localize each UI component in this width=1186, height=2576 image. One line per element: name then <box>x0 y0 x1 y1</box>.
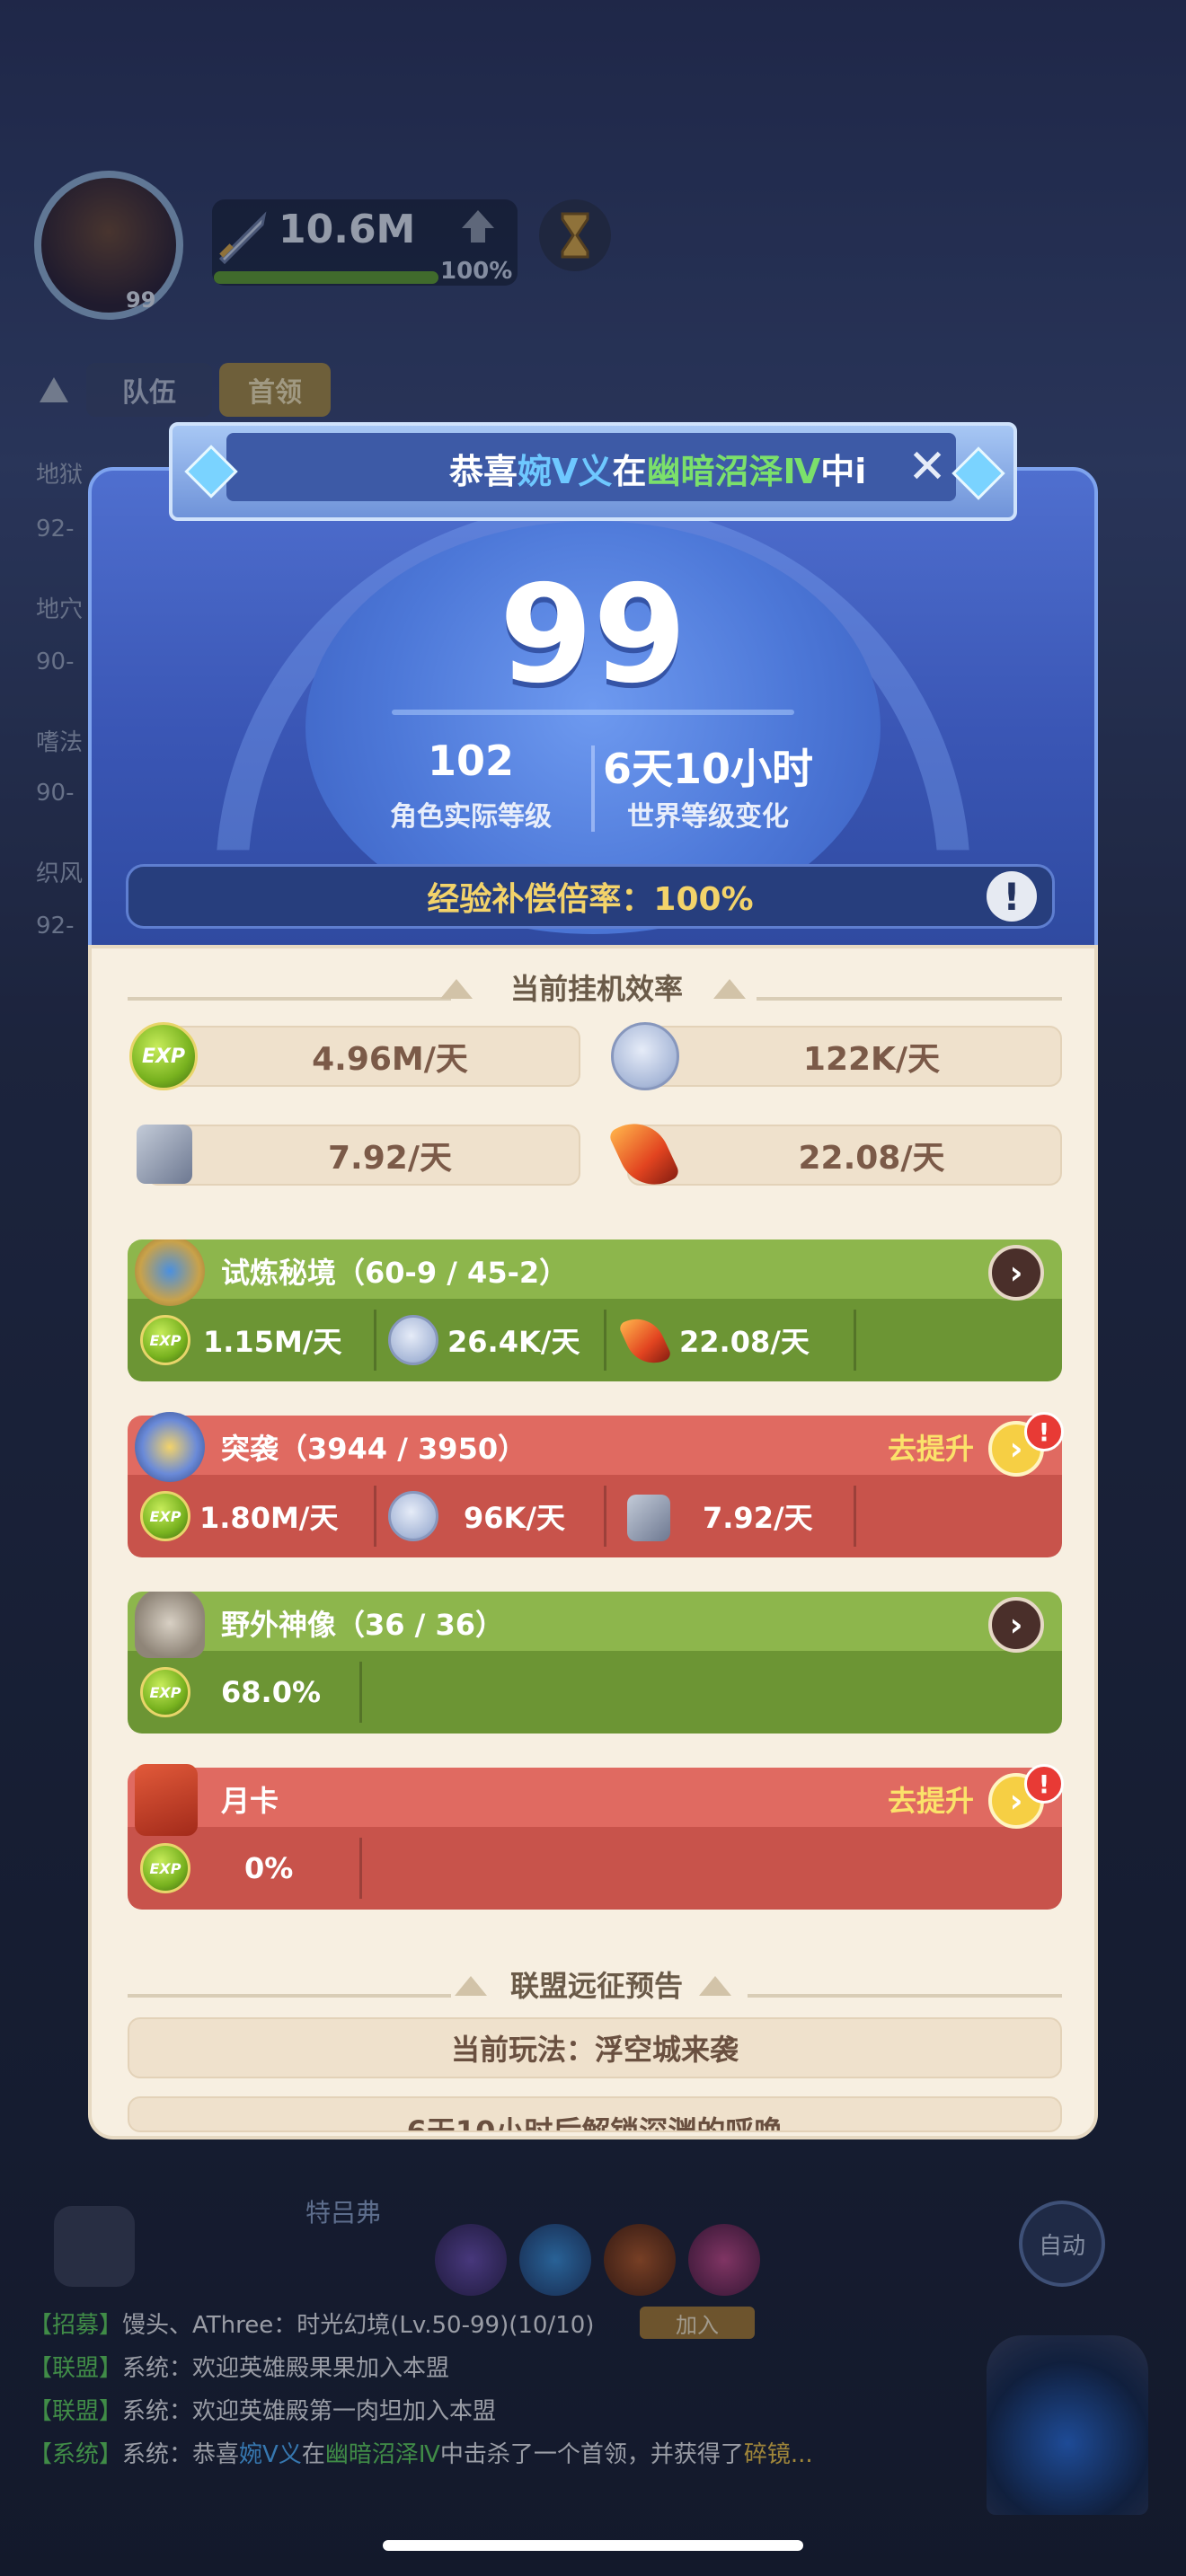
idle-exp-rate: 4.96M/天 <box>146 1026 580 1087</box>
idle-coin-rate: 122K/天 <box>627 1026 1062 1087</box>
card-exp-rate: 68.0% <box>221 1675 322 1709</box>
announce-mid: 在 <box>612 452 647 491</box>
alert-exclamation-icon: ! <box>1024 1764 1064 1804</box>
divider <box>359 1838 362 1899</box>
triangle-decor-icon <box>713 979 746 999</box>
idle-efficiency-title: 当前挂机效率 <box>509 972 683 1006</box>
card-crystal-rate: 22.08/天 <box>679 1325 810 1359</box>
world-level-change-label: 世界等级变化 <box>627 801 789 833</box>
exp-icon: EXP <box>140 1843 190 1893</box>
alert-exclamation-icon: ! <box>1024 1412 1064 1451</box>
divider <box>854 1486 856 1547</box>
coin-icon <box>611 1022 679 1090</box>
actual-level-label: 角色实际等级 <box>390 801 552 833</box>
monthly-card-icon <box>135 1764 198 1836</box>
idle-efficiency-panel: 当前挂机效率 4.96M/天 EXP 122K/天 7.92/天 22.08/天… <box>88 945 1098 2139</box>
go-arrow-button[interactable]: › <box>988 1597 1044 1653</box>
close-icon[interactable]: ✕ <box>904 444 951 490</box>
improve-link[interactable]: 去提升 <box>888 1778 974 1820</box>
statue-card[interactable]: 野外神像（36 / 36） › EXP 68.0% <box>128 1592 1062 1734</box>
exp-icon: EXP <box>140 1315 190 1365</box>
divider <box>374 1310 376 1371</box>
card-title: 突袭（3944 / 3950） <box>221 1432 527 1466</box>
card-stone-rate: 7.92/天 <box>703 1501 813 1535</box>
trial-realm-card[interactable]: 试炼秘境（60-9 / 45-2） › EXP 1.15M/天 26.4K/天 … <box>128 1239 1062 1381</box>
announcement-text: 恭喜婉V义在幽暗沼泽Ⅳ中i <box>449 444 913 493</box>
go-arrow-button[interactable]: › <box>988 1245 1044 1301</box>
card-exp-rate: 0% <box>244 1851 294 1885</box>
divider <box>854 1310 856 1371</box>
exp-icon: EXP <box>129 1022 198 1090</box>
stone-icon <box>627 1495 670 1541</box>
divider <box>392 710 794 715</box>
announce-player: 婉V义 <box>518 452 613 491</box>
world-level: 99 <box>499 557 687 713</box>
divider <box>374 1486 376 1547</box>
home-indicator[interactable] <box>383 2540 803 2551</box>
raid-card[interactable]: 突袭（3944 / 3950） 去提升 › ! EXP 1.80M/天 96K/… <box>128 1412 1064 1557</box>
divider <box>604 1486 606 1547</box>
announce-prefix: 恭喜 <box>449 452 518 491</box>
info-exclamation-icon[interactable]: ! <box>987 871 1037 922</box>
monthly-card[interactable]: 月卡 去提升 › ! EXP 0% <box>128 1764 1064 1910</box>
divider <box>757 997 1062 1001</box>
card-coin-rate: 96K/天 <box>464 1501 566 1535</box>
alliance-next-mode: 6天10小时后解锁深渊的呼唤 <box>128 2096 1062 2132</box>
idle-crystal-rate: 22.08/天 <box>627 1125 1062 1186</box>
card-exp-rate: 1.80M/天 <box>199 1501 339 1535</box>
card-title: 试炼秘境（60-9 / 45-2） <box>221 1256 569 1290</box>
raid-emblem-icon <box>135 1412 205 1482</box>
exp-compensation-text: 经验补偿倍率：100% <box>427 881 754 918</box>
world-level-change-value: 6天10小时 <box>602 745 814 793</box>
divider <box>359 1662 362 1723</box>
card-exp-rate: 1.15M/天 <box>203 1325 342 1359</box>
idle-stone-rate: 7.92/天 <box>146 1125 580 1186</box>
alliance-preview-title: 联盟远征预告 <box>509 1969 683 2003</box>
announce-suffix: 中i <box>820 452 867 491</box>
card-title: 野外神像（36 / 36） <box>221 1608 505 1642</box>
divider <box>748 1994 1062 1998</box>
statue-icon <box>135 1592 205 1658</box>
card-coin-rate: 26.4K/天 <box>447 1325 580 1359</box>
announce-location: 幽暗沼泽Ⅳ <box>646 452 821 491</box>
triangle-decor-icon <box>699 1976 731 1996</box>
coin-icon <box>388 1315 438 1365</box>
divider <box>604 1310 606 1371</box>
exp-icon: EXP <box>140 1667 190 1717</box>
alliance-current-mode: 当前玩法：浮空城来袭 <box>128 2017 1062 2078</box>
stone-icon <box>137 1125 192 1184</box>
coin-icon <box>388 1491 438 1541</box>
exp-icon: EXP <box>140 1491 190 1541</box>
card-title: 月卡 <box>221 1784 279 1818</box>
actual-level-value: 102 <box>427 737 515 785</box>
improve-link[interactable]: 去提升 <box>888 1426 974 1468</box>
